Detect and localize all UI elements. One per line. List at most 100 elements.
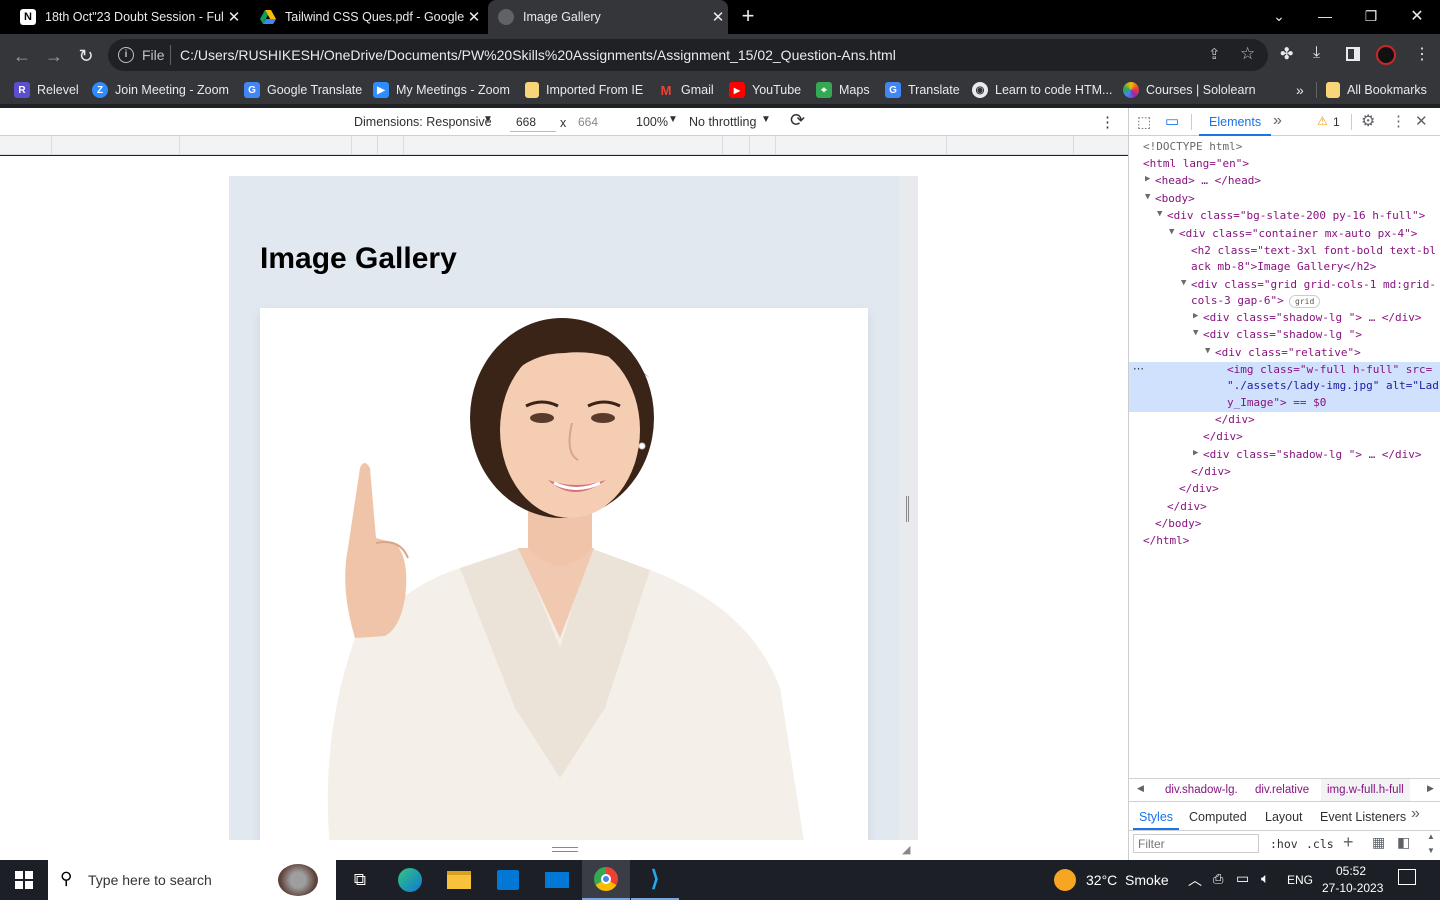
close-devtools-icon[interactable]: ✕ [1415, 112, 1428, 130]
task-view-icon[interactable]: ⧉ [336, 860, 384, 900]
dimensions-select[interactable]: Dimensions: Responsive [354, 115, 492, 129]
dom-line[interactable]: <div class="shadow-lg "> … </div> [1203, 311, 1422, 324]
tab-styles[interactable]: Styles [1133, 804, 1180, 830]
extensions-icon[interactable]: ✤ [1280, 44, 1293, 64]
bookmark-gmail[interactable]: M Gmail [658, 76, 714, 104]
info-icon[interactable]: i [118, 47, 134, 63]
scroll-down-icon[interactable]: ▼ [1427, 846, 1435, 855]
dom-line[interactable]: <div class="grid grid-cols-1 md:grid- [1191, 278, 1436, 291]
url-text[interactable]: C:/Users/RUSHIKESH/OneDrive/Documents/PW… [180, 47, 896, 63]
tab-search-chevron-icon[interactable]: ⌄ [1256, 0, 1302, 32]
dom-line[interactable]: <body> [1155, 192, 1195, 205]
warning-icon[interactable]: ⚠ [1317, 114, 1328, 128]
edge-icon[interactable] [386, 860, 434, 900]
collapse-arrow-icon[interactable]: ▼ [1145, 192, 1150, 202]
breadcrumb-item[interactable]: div.relative [1255, 784, 1309, 796]
styles-filter-input[interactable] [1133, 834, 1259, 853]
file-explorer-icon[interactable] [435, 860, 483, 900]
tab-event-listeners[interactable]: Event Listeners [1320, 810, 1406, 824]
zoom-select[interactable]: 100% [636, 115, 668, 129]
windows-start-icon[interactable] [0, 860, 48, 900]
bookmark-sololearn[interactable]: Courses | Sololearn [1123, 76, 1256, 104]
dom-line[interactable]: <div class="bg-slate-200 py-16 h-full"> [1167, 209, 1425, 222]
star-icon[interactable]: ☆ [1240, 44, 1255, 64]
close-icon[interactable]: ✕ [464, 8, 484, 26]
bookmarks-overflow-icon[interactable]: » [1296, 76, 1304, 104]
store-icon[interactable] [484, 860, 532, 900]
paint-brush-icon[interactable]: ▦ [1372, 834, 1385, 851]
menu-kebab-icon[interactable]: ⋮ [1414, 44, 1430, 64]
new-tab-button[interactable]: + [736, 5, 760, 29]
expand-arrow-icon[interactable]: ▶ [1193, 311, 1198, 321]
weather-text[interactable]: 32°C Smoke [1086, 872, 1169, 888]
dom-line[interactable]: <h2 class="text-3xl font-bold text-bl [1191, 244, 1436, 257]
tab-computed[interactable]: Computed [1189, 810, 1247, 824]
tab-doubt-session[interactable]: N 18th Oct"23 Doubt Session - Ful ✕ [12, 0, 244, 34]
breadcrumb-item[interactable]: div.shadow-lg. [1165, 784, 1238, 796]
dom-line[interactable]: </div> [1215, 413, 1255, 426]
dom-line[interactable]: <div class="shadow-lg "> … </div> [1203, 448, 1422, 461]
width-input[interactable]: 668 [510, 112, 556, 132]
more-options-icon[interactable]: ⋮ [1391, 112, 1406, 130]
vscode-icon[interactable]: ⟩ [631, 860, 679, 900]
dom-line[interactable]: </body> [1155, 517, 1201, 530]
forward-button[interactable]: → [40, 42, 68, 70]
chevron-down-icon[interactable]: ▼ [483, 114, 493, 125]
bookmark-learn-html[interactable]: ◉ Learn to code HTM... [972, 76, 1112, 104]
dom-line[interactable]: <div class="relative"> [1215, 346, 1361, 359]
more-tabs-icon[interactable]: » [1411, 805, 1420, 823]
chrome-icon[interactable] [582, 860, 630, 900]
collapse-arrow-icon[interactable]: ▼ [1181, 278, 1186, 288]
expand-arrow-icon[interactable]: ▶ [1193, 448, 1198, 458]
bookmark-join-zoom[interactable]: Z Join Meeting - Zoom [92, 76, 229, 104]
back-button[interactable]: ← [8, 42, 36, 70]
grid-badge[interactable]: grid [1289, 295, 1321, 308]
node-dots-icon[interactable]: ⋯ [1133, 362, 1144, 375]
mail-icon[interactable] [533, 860, 581, 900]
settings-gear-icon[interactable]: ⚙ [1361, 111, 1375, 131]
avatar[interactable] [1376, 45, 1396, 65]
dom-line[interactable]: <div class="container mx-auto px-4"> [1179, 227, 1417, 240]
media-query-segment[interactable] [352, 136, 378, 154]
resize-handle-bottom[interactable] [552, 847, 578, 852]
dom-line[interactable]: </html> [1143, 534, 1189, 547]
media-query-segment[interactable] [0, 136, 52, 154]
height-input[interactable]: 664 [572, 112, 618, 132]
restore-button[interactable]: ❐ [1348, 0, 1394, 32]
tab-elements[interactable]: Elements [1199, 108, 1272, 136]
chevron-right-icon[interactable]: ▶ [1427, 783, 1434, 794]
dom-line-selected[interactable]: "./assets/lady-img.jpg" alt="Lad [1227, 379, 1439, 392]
collapse-arrow-icon[interactable]: ▼ [1169, 227, 1174, 237]
bookmark-maps[interactable]: ⌖ Maps [816, 76, 870, 104]
hov-toggle[interactable]: :hov [1270, 837, 1298, 851]
taskbar-search-box[interactable]: ⚲ Type here to search [48, 860, 336, 900]
language-indicator[interactable]: ENG [1287, 873, 1313, 887]
add-rule-icon[interactable]: + [1343, 832, 1354, 853]
resize-corner-icon[interactable]: ◢ [902, 843, 910, 856]
device-toggle-icon[interactable]: ▭ [1165, 112, 1179, 130]
chevron-left-icon[interactable]: ◀ [1137, 783, 1144, 794]
bookmark-youtube[interactable]: ▶ YouTube [729, 76, 801, 104]
bookmark-my-meetings[interactable]: ▶ My Meetings - Zoom [373, 76, 510, 104]
scroll-up-icon[interactable]: ▲ [1427, 832, 1435, 841]
media-query-segment[interactable] [52, 136, 180, 154]
expand-arrow-icon[interactable]: ▶ [1145, 174, 1150, 184]
dom-line[interactable]: </div> [1167, 500, 1207, 513]
bookmark-relevel[interactable]: R Relevel [14, 76, 79, 104]
resize-handle-right[interactable] [906, 496, 909, 522]
dom-line[interactable]: <html lang="en"> [1143, 157, 1249, 170]
meet-now-icon[interactable]: ⎙ [1213, 871, 1223, 887]
throttling-select[interactable]: No throttling [689, 115, 756, 129]
network-icon[interactable]: ▭ [1236, 870, 1249, 887]
sidebar-toggle-icon[interactable]: ◧ [1397, 834, 1410, 851]
show-hidden-icons-chevron-icon[interactable]: ︿ [1188, 870, 1202, 890]
window-close-button[interactable]: ✕ [1394, 0, 1440, 32]
breadcrumb-item-selected[interactable]: img.w-full.h-full [1321, 779, 1410, 801]
rotate-icon[interactable]: ⟳ [790, 110, 805, 131]
clock-date[interactable]: 27-10-2023 [1322, 881, 1383, 895]
more-tabs-icon[interactable]: » [1273, 112, 1282, 130]
bookmark-imported-ie[interactable]: Imported From IE [525, 76, 643, 104]
more-options-icon[interactable]: ⋮ [1100, 113, 1115, 131]
minimize-button[interactable]: — [1302, 0, 1348, 32]
cls-toggle[interactable]: .cls [1306, 837, 1334, 851]
